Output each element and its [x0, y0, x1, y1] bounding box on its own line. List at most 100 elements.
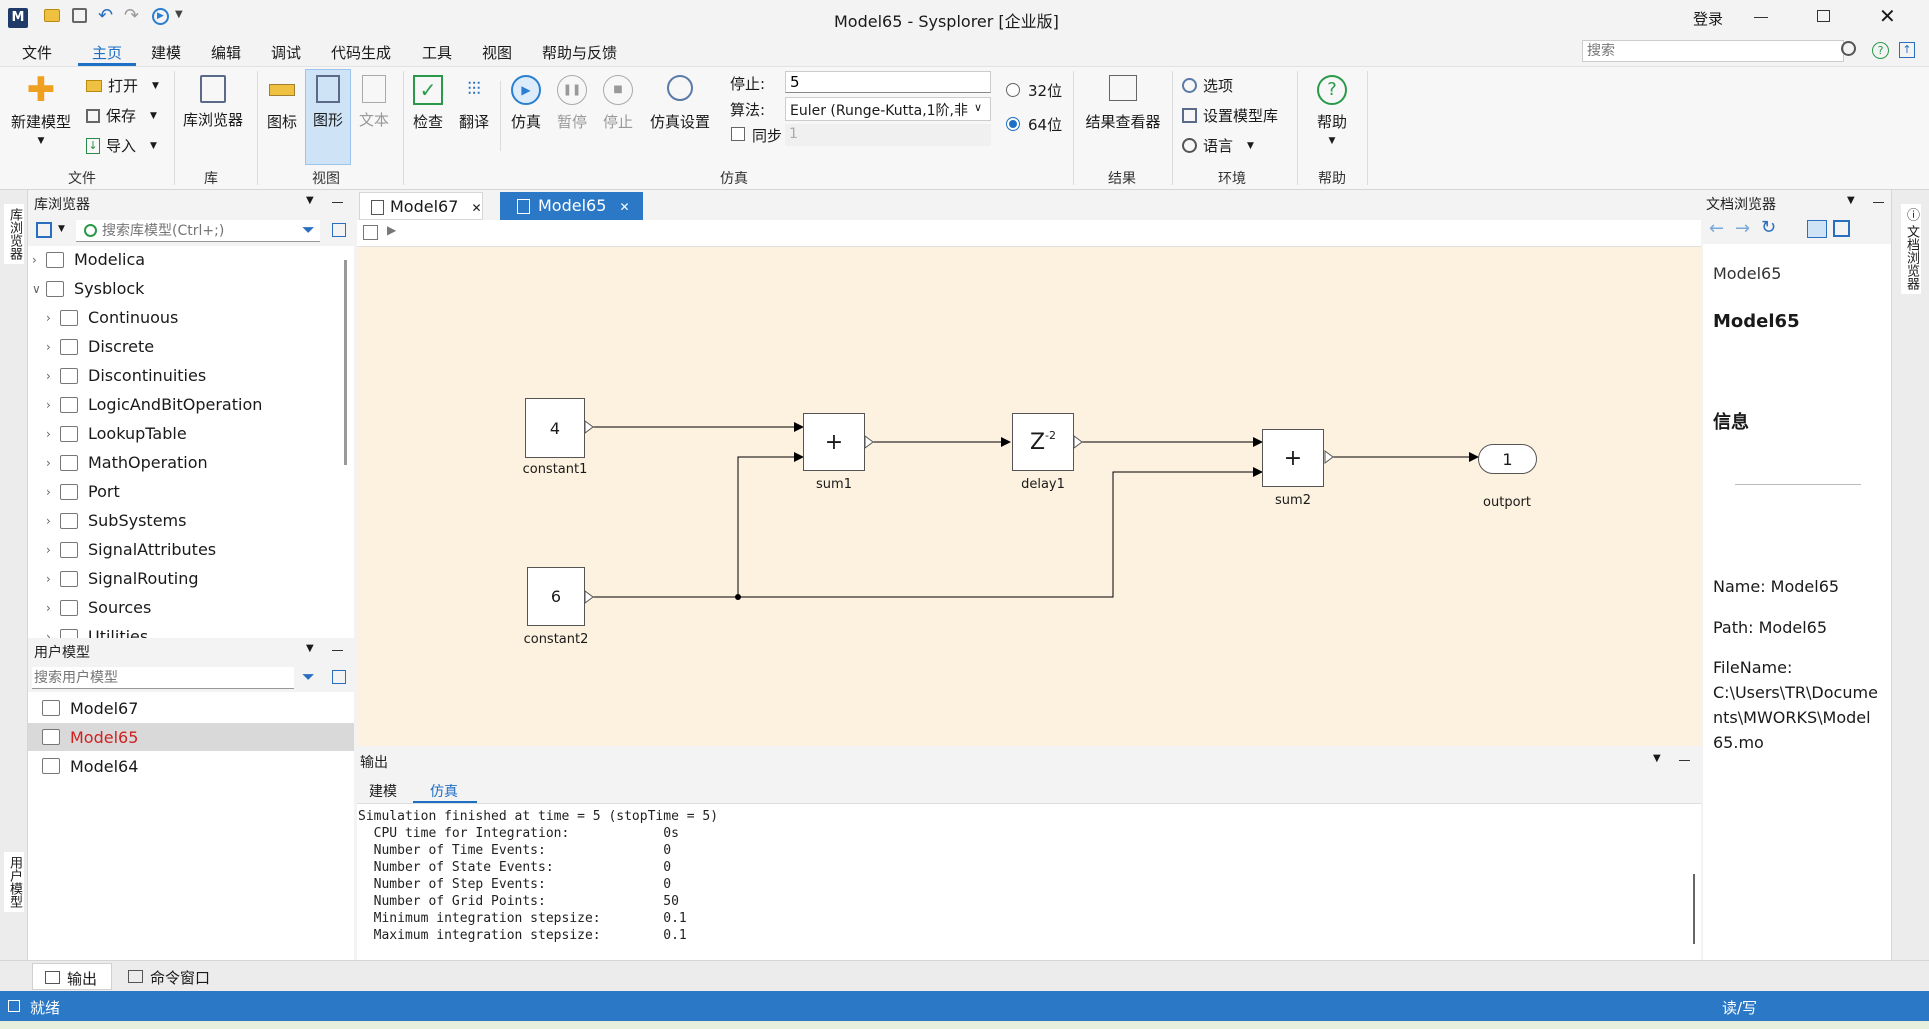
- open-folder-icon[interactable]: [44, 9, 60, 22]
- language-button[interactable]: 语言 ▼: [1182, 135, 1254, 156]
- stop-time-input[interactable]: [785, 71, 991, 93]
- tab-model67[interactable]: Model67 ✕: [359, 192, 483, 220]
- library-tree-item[interactable]: › Discrete: [46, 337, 154, 356]
- open-button[interactable]: 打开 ▼: [86, 75, 159, 96]
- output-scrollbar[interactable]: [1693, 874, 1695, 944]
- library-browser-button[interactable]: 库浏览器: [180, 75, 246, 130]
- check-button[interactable]: ✓ 检查: [408, 75, 448, 132]
- sim-settings-button[interactable]: 仿真设置: [644, 75, 716, 132]
- chevron-down-icon[interactable]: ▼: [58, 224, 65, 234]
- chevron-right-icon[interactable]: ›: [46, 572, 60, 586]
- refresh-icon[interactable]: ↻: [1761, 217, 1776, 238]
- diagram-canvas[interactable]: 4 constant1 6 constant2 + sum1 Z -2 dela…: [357, 247, 1701, 746]
- collapse-all-icon[interactable]: [332, 670, 346, 684]
- chevron-down-icon[interactable]: ∨: [32, 282, 46, 296]
- block-constant1[interactable]: 4: [525, 398, 585, 458]
- filter-icon[interactable]: ⏷: [302, 220, 315, 240]
- bit32-radio[interactable]: [1006, 83, 1020, 97]
- vtab-library-browser[interactable]: 库浏览器: [4, 204, 24, 264]
- login-link[interactable]: 登录: [1693, 8, 1723, 29]
- panel-menu-icon[interactable]: ▼: [1653, 753, 1661, 764]
- menu-view[interactable]: 视图: [482, 42, 512, 63]
- menu-help-feedback[interactable]: 帮助与反馈: [542, 42, 617, 63]
- menu-home[interactable]: 主页: [92, 42, 122, 63]
- chevron-right-icon[interactable]: ›: [46, 427, 60, 441]
- doc-view-icon[interactable]: [1807, 220, 1827, 238]
- run-quick-icon[interactable]: ▶: [152, 8, 169, 25]
- panel-minimize-icon[interactable]: [332, 650, 343, 651]
- panel-menu-icon[interactable]: ▼: [306, 643, 314, 654]
- dropdown-icon[interactable]: ▼: [175, 9, 183, 20]
- options-button[interactable]: 选项: [1182, 75, 1233, 96]
- stop-button[interactable]: ■ 停止: [598, 75, 638, 132]
- help-button[interactable]: ? 帮助 ▼: [1304, 75, 1360, 146]
- tab-close-icon[interactable]: ✕: [472, 201, 482, 215]
- panel-minimize-icon[interactable]: [1679, 760, 1690, 761]
- redo-icon[interactable]: ↷: [124, 5, 139, 26]
- library-view-icon[interactable]: [36, 222, 52, 238]
- collapse-all-icon[interactable]: [332, 223, 346, 237]
- sync-checkbox[interactable]: [731, 127, 745, 141]
- chevron-right-icon[interactable]: ›: [46, 369, 60, 383]
- library-tree-item[interactable]: › Utilities: [46, 627, 148, 638]
- search-icon[interactable]: [1841, 41, 1856, 56]
- bottom-tab-command[interactable]: 命令窗口: [118, 963, 222, 990]
- menu-modeling[interactable]: 建模: [151, 42, 181, 63]
- block-outport[interactable]: 1: [1478, 444, 1537, 474]
- tab-close-icon[interactable]: ✕: [620, 200, 630, 214]
- chevron-right-icon[interactable]: ›: [46, 340, 60, 354]
- chevron-right-icon[interactable]: ›: [46, 630, 60, 639]
- output-tab-simulation[interactable]: 仿真: [430, 781, 458, 801]
- library-tree-item[interactable]: › MathOperation: [46, 453, 208, 472]
- library-tree-item[interactable]: › Sources: [46, 598, 151, 617]
- result-viewer-button[interactable]: 结果查看器: [1080, 75, 1166, 132]
- bit64-radio[interactable]: [1006, 117, 1020, 131]
- library-tree-item[interactable]: › Continuous: [46, 308, 178, 327]
- icon-view-button[interactable]: 图标: [262, 75, 302, 132]
- block-sum1[interactable]: +: [803, 413, 865, 471]
- chevron-right-icon[interactable]: ›: [46, 485, 60, 499]
- library-tree-item[interactable]: › SignalRouting: [46, 569, 199, 588]
- panel-menu-icon[interactable]: ▼: [1847, 195, 1855, 206]
- menu-debug[interactable]: 调试: [271, 42, 301, 63]
- chevron-right-icon[interactable]: ›: [46, 398, 60, 412]
- chevron-right-icon[interactable]: ›: [46, 543, 60, 557]
- menu-codegen[interactable]: 代码生成: [331, 42, 391, 63]
- algorithm-select[interactable]: Euler (Runge-Kutta,1阶,非: [785, 97, 991, 121]
- user-model-item[interactable]: Model64: [28, 752, 354, 780]
- text-view-button[interactable]: 文本: [354, 75, 394, 130]
- minimize-icon[interactable]: [1754, 17, 1768, 18]
- tab-model65[interactable]: Model65 ✕: [500, 192, 643, 220]
- translate-button[interactable]: ⫶⫶⫶ 翻译: [454, 75, 494, 132]
- new-model-button[interactable]: ✚ 新建模型 ▼: [8, 73, 74, 146]
- chevron-right-icon[interactable]: ›: [46, 456, 60, 470]
- user-model-item[interactable]: Model67: [28, 694, 354, 722]
- library-tree-item[interactable]: › Modelica: [32, 250, 145, 269]
- library-tree-item[interactable]: › SubSystems: [46, 511, 186, 530]
- output-tab-modeling[interactable]: 建模: [369, 781, 397, 801]
- save-button[interactable]: 保存 ▼: [86, 105, 157, 126]
- library-tree-item[interactable]: ∨ Sysblock: [32, 279, 144, 298]
- undo-icon[interactable]: ↶: [98, 5, 113, 26]
- block-delay1[interactable]: Z -2: [1012, 413, 1074, 471]
- menu-file[interactable]: 文件: [22, 42, 52, 63]
- ribbon-collapse-icon[interactable]: ↑: [1899, 42, 1915, 58]
- library-tree-item[interactable]: › LogicAndBitOperation: [46, 395, 262, 414]
- user-search-input[interactable]: [32, 667, 294, 689]
- import-button[interactable]: ↓ 导入 ▼: [86, 135, 157, 156]
- maximize-icon[interactable]: [1817, 10, 1830, 22]
- library-tree-item[interactable]: › Port: [46, 482, 120, 501]
- library-tree-item[interactable]: › Discontinuities: [46, 366, 206, 385]
- simulate-button[interactable]: ▶ 仿真: [506, 75, 546, 132]
- save-icon[interactable]: [72, 8, 87, 23]
- filter-icon[interactable]: ⏷: [302, 667, 315, 687]
- set-library-button[interactable]: 设置模型库: [1182, 105, 1278, 126]
- chevron-right-icon[interactable]: ›: [46, 601, 60, 615]
- vtab-user-models[interactable]: 用户模型: [4, 852, 24, 912]
- chevron-right-icon[interactable]: ›: [32, 253, 46, 267]
- back-arrow-icon[interactable]: ←: [1709, 218, 1724, 239]
- vtab-doc-browser[interactable]: ⓘ 文档浏览器: [1901, 204, 1921, 295]
- user-model-item[interactable]: Model65: [28, 723, 354, 751]
- library-tree-item[interactable]: › SignalAttributes: [46, 540, 216, 559]
- panel-minimize-icon[interactable]: [1873, 202, 1884, 203]
